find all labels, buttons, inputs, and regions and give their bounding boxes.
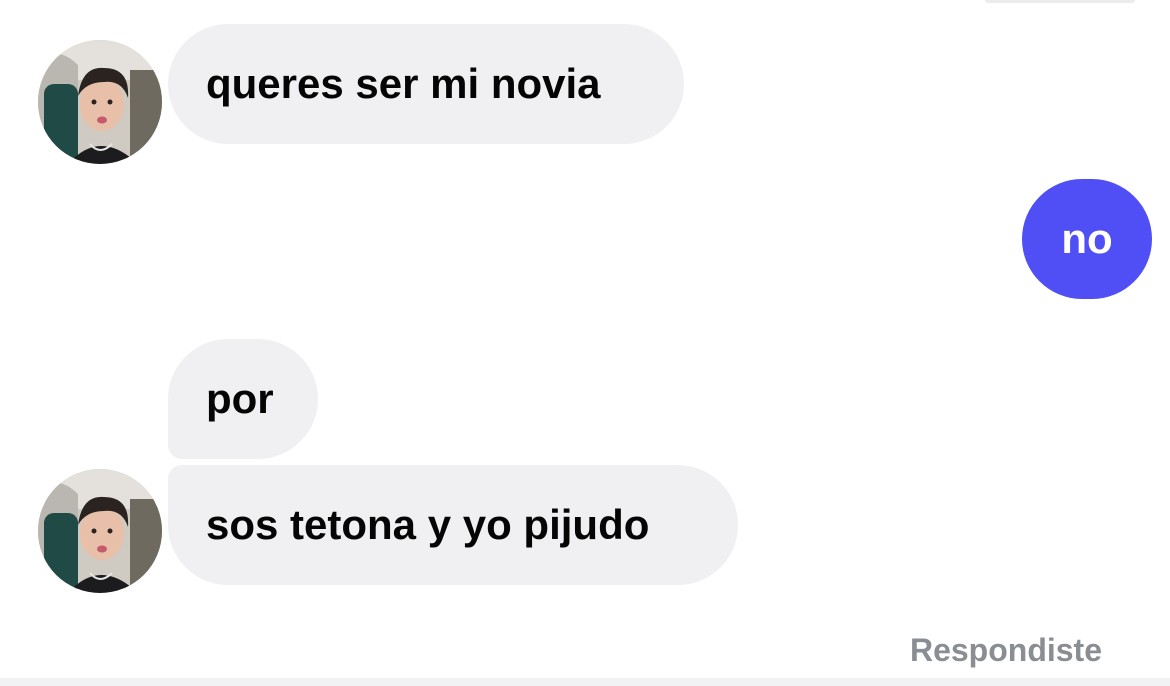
profile-photo-icon <box>38 469 162 593</box>
outgoing-message[interactable]: no <box>1022 179 1152 299</box>
incoming-message[interactable]: queres ser mi novia <box>168 24 684 144</box>
composer-edge <box>0 678 1170 686</box>
previous-message-edge <box>985 0 1135 3</box>
contact-avatar[interactable] <box>38 40 162 164</box>
contact-avatar[interactable] <box>38 469 162 593</box>
reply-status: Respondiste <box>909 632 1102 668</box>
incoming-message[interactable]: por <box>168 339 318 459</box>
profile-photo-icon <box>38 40 162 164</box>
incoming-message[interactable]: sos tetona y yo pijudo <box>168 465 738 585</box>
